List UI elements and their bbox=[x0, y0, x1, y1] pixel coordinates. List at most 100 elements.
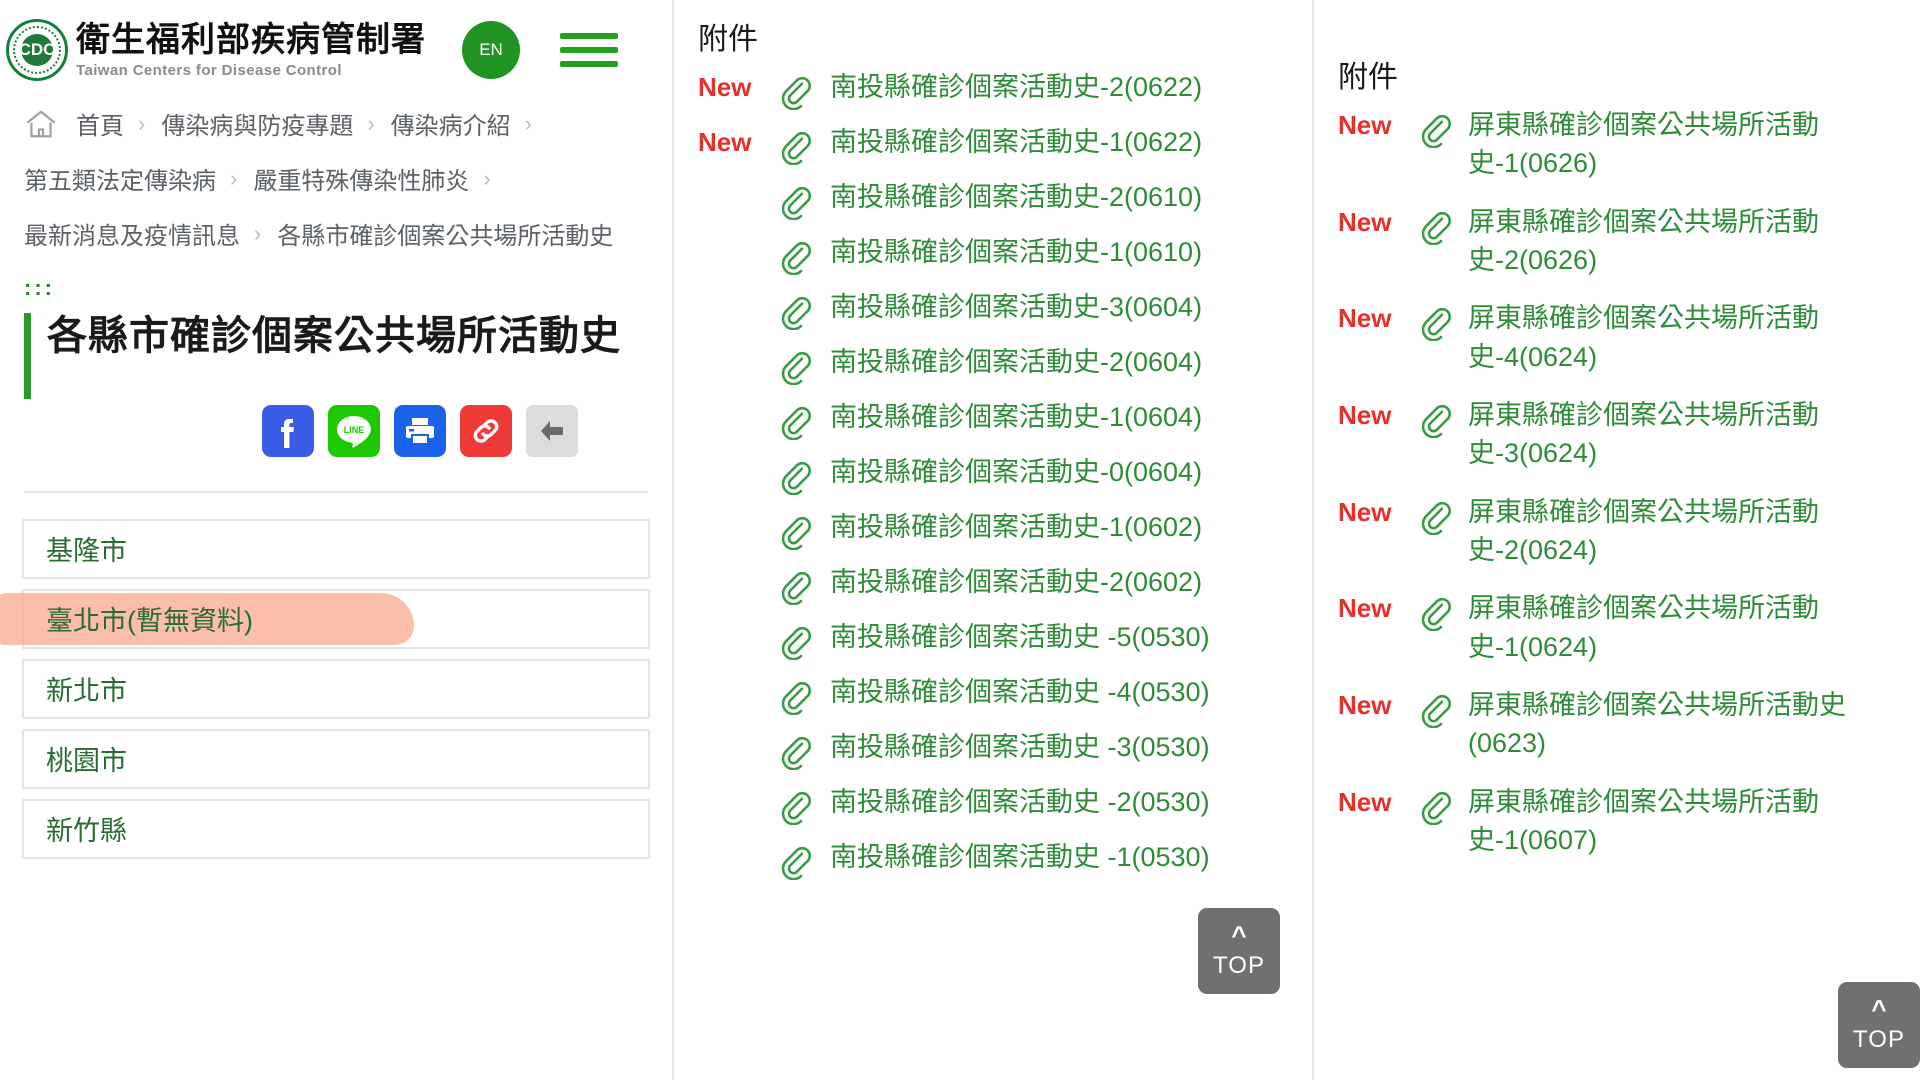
attachment-item: New 屏東縣確診個案公共場所活動史-1(0607) bbox=[1338, 783, 1902, 860]
paperclip-icon bbox=[1415, 591, 1455, 631]
attachment-link[interactable]: 南投縣確診個案活動史 -1(0530) bbox=[820, 838, 1210, 876]
attachments-panel-pingtung: 附件 New屏東縣確診個案公共場所活動史-1(0626)New屏東縣確診個案公共… bbox=[1312, 0, 1918, 1080]
paperclip-icon bbox=[775, 620, 815, 660]
scroll-to-top-label: TOP bbox=[1853, 1026, 1905, 1054]
hamburger-menu-icon[interactable] bbox=[560, 28, 618, 72]
line-share-button[interactable]: LINE bbox=[328, 405, 380, 457]
section-divider bbox=[24, 491, 648, 493]
paperclip-icon bbox=[775, 840, 815, 880]
attachment-link[interactable]: 屏東縣確診個案公共場所活動史-1(0626) bbox=[1460, 106, 1902, 183]
attachment-link[interactable]: 南投縣確診個案活動史 -3(0530) bbox=[820, 728, 1210, 766]
attachment-link[interactable]: 南投縣確診個案活動史 -4(0530) bbox=[820, 673, 1210, 711]
attachment-item: 南投縣確診個案活動史 -2(0530) bbox=[698, 783, 1296, 825]
chevron-right-icon: › bbox=[483, 166, 490, 192]
chevron-up-icon: ^ bbox=[1231, 922, 1246, 948]
city-list-item-hsinchu[interactable]: 新竹縣 bbox=[22, 799, 650, 859]
attachment-link[interactable]: 屏東縣確診個案公共場所活動史-1(0624) bbox=[1460, 589, 1902, 666]
accessibility-anchor-marker[interactable]: ::: bbox=[24, 281, 54, 295]
city-list-item-keelung[interactable]: 基隆市 bbox=[22, 519, 650, 579]
paperclip-icon bbox=[1410, 686, 1460, 728]
paperclip-icon bbox=[1410, 493, 1460, 535]
link-icon bbox=[470, 415, 502, 447]
attachment-item: New屏東縣確診個案公共場所活動史-2(0624) bbox=[1338, 493, 1902, 570]
line-icon: LINE bbox=[333, 411, 375, 451]
paperclip-icon bbox=[775, 125, 815, 165]
attachment-link[interactable]: 屏東縣確診個案公共場所活動史-2(0624) bbox=[1460, 493, 1902, 570]
attachment-link[interactable]: 南投縣確診個案活動史-2(0610) bbox=[820, 178, 1202, 216]
paperclip-icon bbox=[775, 510, 815, 550]
attachment-link[interactable]: 南投縣確診個案活動史-1(0604) bbox=[820, 398, 1202, 436]
attachment-item: 南投縣確診個案活動史-2(0604) bbox=[698, 343, 1296, 385]
svg-text:LINE: LINE bbox=[344, 425, 365, 435]
attachment-link[interactable]: 南投縣確診個案活動史-1(0610) bbox=[820, 233, 1202, 271]
attachment-link[interactable]: 屏東縣確診個案公共場所活動史-4(0624) bbox=[1460, 299, 1902, 376]
breadcrumb-item-3[interactable]: 第五類法定傳染病 bbox=[24, 161, 216, 196]
attachment-item: 南投縣確診個案活動史-2(0602) bbox=[698, 563, 1296, 605]
paperclip-icon bbox=[775, 565, 815, 605]
brand-title-en: Taiwan Centers for Disease Control bbox=[76, 62, 426, 79]
back-button[interactable] bbox=[526, 405, 578, 457]
attachment-link[interactable]: 南投縣確診個案活動史 -2(0530) bbox=[820, 783, 1210, 821]
cdc-seal-icon[interactable]: CDC bbox=[6, 19, 68, 81]
chevron-right-icon: › bbox=[367, 111, 374, 137]
breadcrumb-item-6[interactable]: 各縣市確診個案公共場所活動史 bbox=[277, 216, 613, 251]
attachment-link[interactable]: 南投縣確診個案活動史-1(0622) bbox=[820, 123, 1202, 161]
paperclip-icon bbox=[1415, 495, 1455, 535]
breadcrumb-item-0[interactable]: 首頁 bbox=[76, 106, 124, 141]
breadcrumb-item-1[interactable]: 傳染病與防疫專題 bbox=[161, 106, 353, 141]
page-title-row: 各縣市確診個案公共場所活動史 bbox=[24, 313, 672, 399]
paperclip-icon bbox=[770, 728, 820, 770]
new-badge: New bbox=[1338, 203, 1410, 241]
breadcrumb-item-4[interactable]: 嚴重特殊傳染性肺炎 bbox=[253, 161, 469, 196]
chevron-right-icon: › bbox=[525, 111, 532, 137]
city-list-item-taipei[interactable]: 臺北市(暫無資料) bbox=[22, 589, 650, 649]
site-header: CDC 衛生福利部疾病管制署 Taiwan Centers for Diseas… bbox=[0, 0, 672, 92]
breadcrumb-item-2[interactable]: 傳染病介紹 bbox=[391, 106, 511, 141]
attachment-link[interactable]: 南投縣確診個案活動史-2(0622) bbox=[820, 68, 1202, 106]
attachment-link[interactable]: 南投縣確診個案活動史-3(0604) bbox=[820, 288, 1202, 326]
home-icon[interactable] bbox=[24, 109, 58, 139]
attachment-link[interactable]: 屏東縣確診個案公共場所活動史(0623) bbox=[1460, 686, 1902, 763]
scroll-to-top-button[interactable]: ^ TOP bbox=[1198, 908, 1280, 994]
print-button[interactable] bbox=[394, 405, 446, 457]
facebook-share-button[interactable] bbox=[262, 405, 314, 457]
attachment-item: New 屏東縣確診個案公共場所活動史-3(0624) bbox=[1338, 396, 1902, 473]
attachment-item: New南投縣確診個案活動史-2(0622) bbox=[698, 68, 1296, 110]
attachment-link[interactable]: 南投縣確診個案活動史-1(0602) bbox=[820, 508, 1202, 546]
attachment-item: 南投縣確診個案活動史 -4(0530) bbox=[698, 673, 1296, 715]
attachment-link[interactable]: 屏東縣確診個案公共場所活動史-3(0624) bbox=[1460, 396, 1902, 473]
city-list-item-new-taipei[interactable]: 新北市 bbox=[22, 659, 650, 719]
attachment-link[interactable]: 南投縣確診個案活動史 -5(0530) bbox=[820, 618, 1210, 656]
attachment-item: 南投縣確診個案活動史-0(0604) bbox=[698, 453, 1296, 495]
attachment-link[interactable]: 南投縣確診個案活動史-0(0604) bbox=[820, 453, 1202, 491]
new-badge: New bbox=[1338, 396, 1410, 434]
city-list-item-taoyuan[interactable]: 桃園市 bbox=[22, 729, 650, 789]
chevron-right-icon: › bbox=[254, 221, 261, 247]
paperclip-icon bbox=[770, 453, 820, 495]
city-label: 臺北市(暫無資料) bbox=[46, 599, 253, 638]
city-list: 基隆市 臺北市(暫無資料) 新北市 桃園市 新竹縣 bbox=[22, 519, 650, 859]
new-badge: New bbox=[1338, 783, 1410, 821]
attachment-list: New屏東縣確診個案公共場所活動史-1(0626)New屏東縣確診個案公共場所活… bbox=[1338, 106, 1902, 859]
attachment-link[interactable]: 屏東縣確診個案公共場所活動史-2(0626) bbox=[1460, 203, 1902, 280]
attachment-link[interactable]: 南投縣確診個案活動史-2(0602) bbox=[820, 563, 1202, 601]
attachment-item: New屏東縣確診個案公共場所活動史-1(0624) bbox=[1338, 589, 1902, 666]
paperclip-icon bbox=[775, 345, 815, 385]
paperclip-icon bbox=[770, 563, 820, 605]
scroll-to-top-button[interactable]: ^ TOP bbox=[1838, 982, 1920, 1068]
attachment-item: 南投縣確診個案活動史 -3(0530) bbox=[698, 728, 1296, 770]
city-label: 新北市 bbox=[46, 669, 127, 708]
attachment-link[interactable]: 南投縣確診個案活動史-2(0604) bbox=[820, 343, 1202, 381]
breadcrumb-item-5[interactable]: 最新消息及疫情訊息 bbox=[24, 216, 240, 251]
paperclip-icon bbox=[1415, 301, 1455, 341]
paperclip-icon bbox=[1410, 203, 1460, 245]
attachment-link[interactable]: 屏東縣確診個案公共場所活動史-1(0607) bbox=[1460, 783, 1902, 860]
new-badge: New bbox=[698, 123, 770, 161]
paperclip-icon bbox=[1410, 783, 1460, 825]
paperclip-icon bbox=[775, 290, 815, 330]
city-label: 基隆市 bbox=[46, 529, 127, 568]
copy-link-button[interactable] bbox=[460, 405, 512, 457]
paperclip-icon bbox=[770, 838, 820, 880]
language-toggle-button[interactable]: EN bbox=[462, 21, 520, 79]
attachment-item: 南投縣確診個案活動史-1(0604) bbox=[698, 398, 1296, 440]
